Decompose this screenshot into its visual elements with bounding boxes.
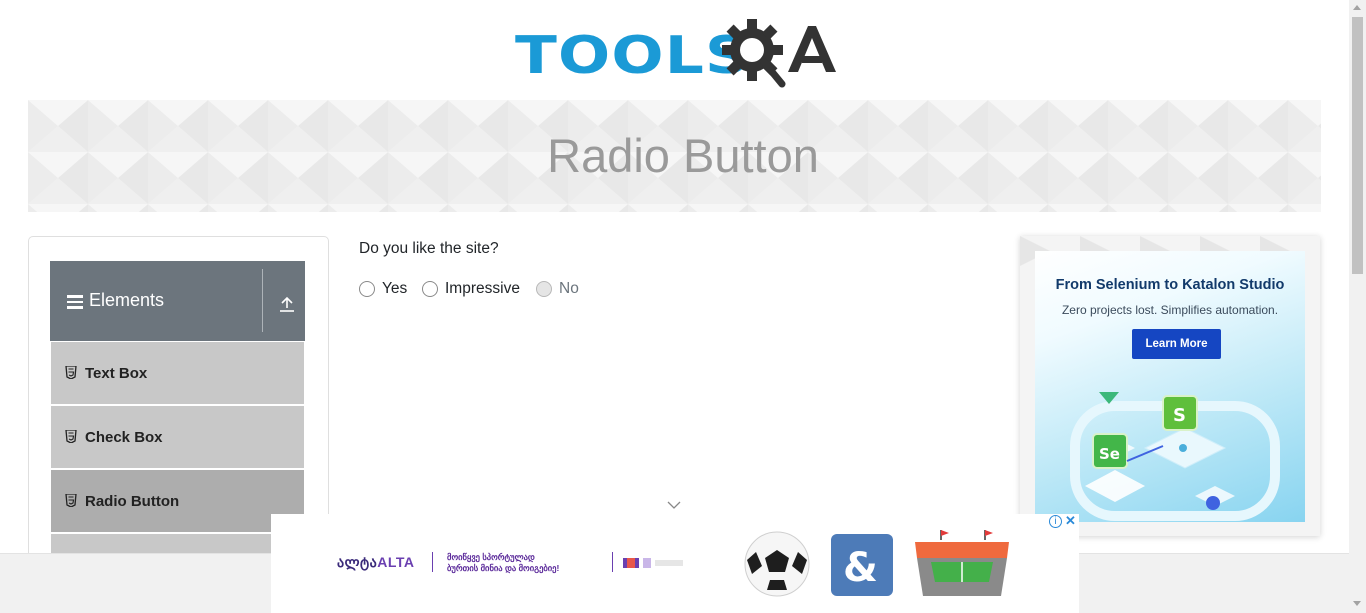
scroll-thumb[interactable] [1352, 17, 1363, 274]
html5-icon [65, 430, 77, 443]
divider [432, 552, 433, 572]
chevron-down-icon[interactable] [667, 500, 681, 510]
sidebar-item-text-box[interactable]: Text Box [51, 342, 304, 404]
svg-text:Se: Se [1099, 445, 1120, 463]
page: TOOLS Radio Button Elements Text Box Che… [0, 0, 1366, 613]
ad-headline: From Selenium to Katalon Studio [1055, 277, 1285, 293]
elements-group-header[interactable]: Elements [50, 261, 305, 341]
group-title: Elements [89, 290, 165, 310]
football-icon [744, 531, 810, 597]
learn-more-button[interactable]: Learn More [1132, 329, 1221, 359]
sidebar-item-check-box[interactable]: Check Box [51, 406, 304, 468]
ad-subtitle: Zero projects lost. Simplifies automatio… [1061, 303, 1279, 317]
sidebar-item-label: Check Box [85, 429, 163, 446]
ad-inner: From Selenium to Katalon Studio Zero pro… [1035, 251, 1305, 522]
scroll-down-arrow[interactable] [1353, 601, 1361, 606]
stadium-icon [915, 530, 1009, 596]
radio-circle[interactable] [359, 281, 375, 297]
info-icon[interactable]: i [1049, 515, 1062, 528]
svg-text:&: & [843, 545, 878, 591]
close-icon[interactable]: ✕ [1064, 514, 1077, 528]
question-text: Do you like the site? [359, 240, 499, 257]
radio-label: Impressive [445, 280, 520, 297]
html5-icon [65, 366, 77, 379]
ad-slogan: მოიწყვე სპორტულად ბურთის მინია და მოიგებ… [447, 552, 560, 573]
radio-impressive[interactable]: Impressive [422, 280, 520, 298]
ad-illustration: Se S [1070, 392, 1280, 521]
radio-label: Yes [382, 280, 408, 297]
radio-no: No [536, 280, 579, 298]
radio-yes[interactable]: Yes [359, 280, 407, 298]
ad-choices[interactable]: i ✕ [1049, 514, 1077, 528]
upload-arrow-icon[interactable] [278, 295, 296, 313]
scroll-up-arrow[interactable] [1353, 5, 1361, 10]
hamburger-icon [67, 295, 83, 309]
radio-circle [536, 281, 552, 297]
toolsqa-logo[interactable]: TOOLS [512, 14, 842, 92]
ad-katalon[interactable]: From Selenium to Katalon Studio Zero pro… [1020, 236, 1320, 536]
radio-circle[interactable] [422, 281, 438, 297]
gear-magnifier-icon [722, 19, 836, 88]
radio-label: No [559, 280, 579, 297]
sidebar-item-label: Text Box [85, 365, 148, 382]
svg-text:S: S [1173, 405, 1186, 426]
page-title: Radio Button [547, 129, 819, 182]
html5-icon [65, 494, 77, 507]
ad-alta[interactable]: ალტაALTA მოიწყვე სპორტულად ბურთის მინია … [271, 514, 1079, 613]
divider [612, 552, 613, 572]
scrollbar[interactable] [1349, 0, 1366, 613]
logo-text-tools: TOOLS [515, 26, 751, 86]
ampersand-app-icon: & [831, 534, 893, 596]
sidebar-item-radio-button[interactable]: Radio Button [51, 470, 304, 532]
ad-brand: ალტაALTA [337, 554, 415, 570]
sidebar-item-label: Radio Button [85, 493, 180, 510]
divider [262, 269, 263, 332]
ad-partner-logos [623, 558, 683, 568]
